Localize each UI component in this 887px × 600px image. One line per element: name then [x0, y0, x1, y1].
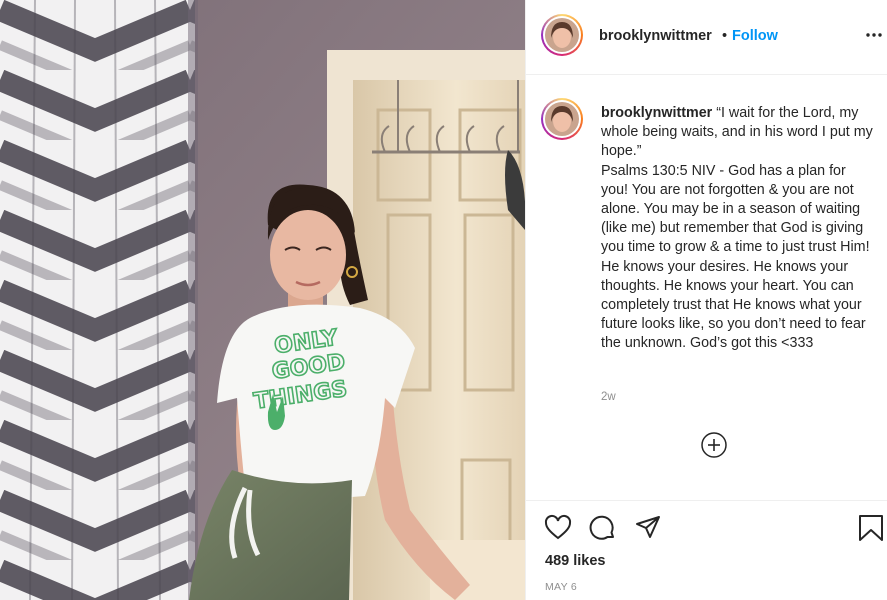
caption-timestamp[interactable]: 2w — [601, 391, 616, 403]
avatar-image — [545, 102, 579, 136]
heart-icon[interactable] — [544, 514, 572, 542]
comment-icon[interactable] — [589, 514, 617, 542]
post-photo-illustration: ONLY GOOD THINGS — [0, 0, 525, 600]
share-icon[interactable] — [634, 514, 662, 542]
post-actions: 489 likes MAY 6 — [526, 500, 887, 600]
post-photo[interactable]: ONLY GOOD THINGS — [0, 0, 525, 600]
more-horizontal-icon[interactable] — [865, 26, 883, 44]
avatar-image — [545, 18, 579, 52]
caption-username[interactable]: brooklynwittmer — [601, 105, 712, 121]
next-comment-avatar-edge — [553, 492, 573, 500]
likes-count[interactable]: 489 likes — [545, 553, 605, 569]
follow-button[interactable]: Follow — [732, 28, 778, 44]
bookmark-icon[interactable] — [857, 514, 885, 542]
caption-text: brooklynwittmer “I wait for the Lord, my… — [601, 104, 873, 354]
header-username[interactable]: brooklynwittmer — [599, 28, 712, 44]
plus-circle-icon[interactable] — [700, 431, 728, 459]
caption-body: Psalms 130:5 NIV - God has a plan for yo… — [601, 162, 870, 352]
post-date[interactable]: MAY 6 — [545, 581, 577, 593]
post-side-panel: brooklynwittmer • Follow brooklynwittmer… — [525, 0, 887, 600]
avatar[interactable] — [541, 14, 583, 56]
header-separator: • — [722, 28, 728, 44]
post-header: brooklynwittmer • Follow — [526, 0, 887, 75]
caption-avatar[interactable] — [541, 98, 583, 140]
